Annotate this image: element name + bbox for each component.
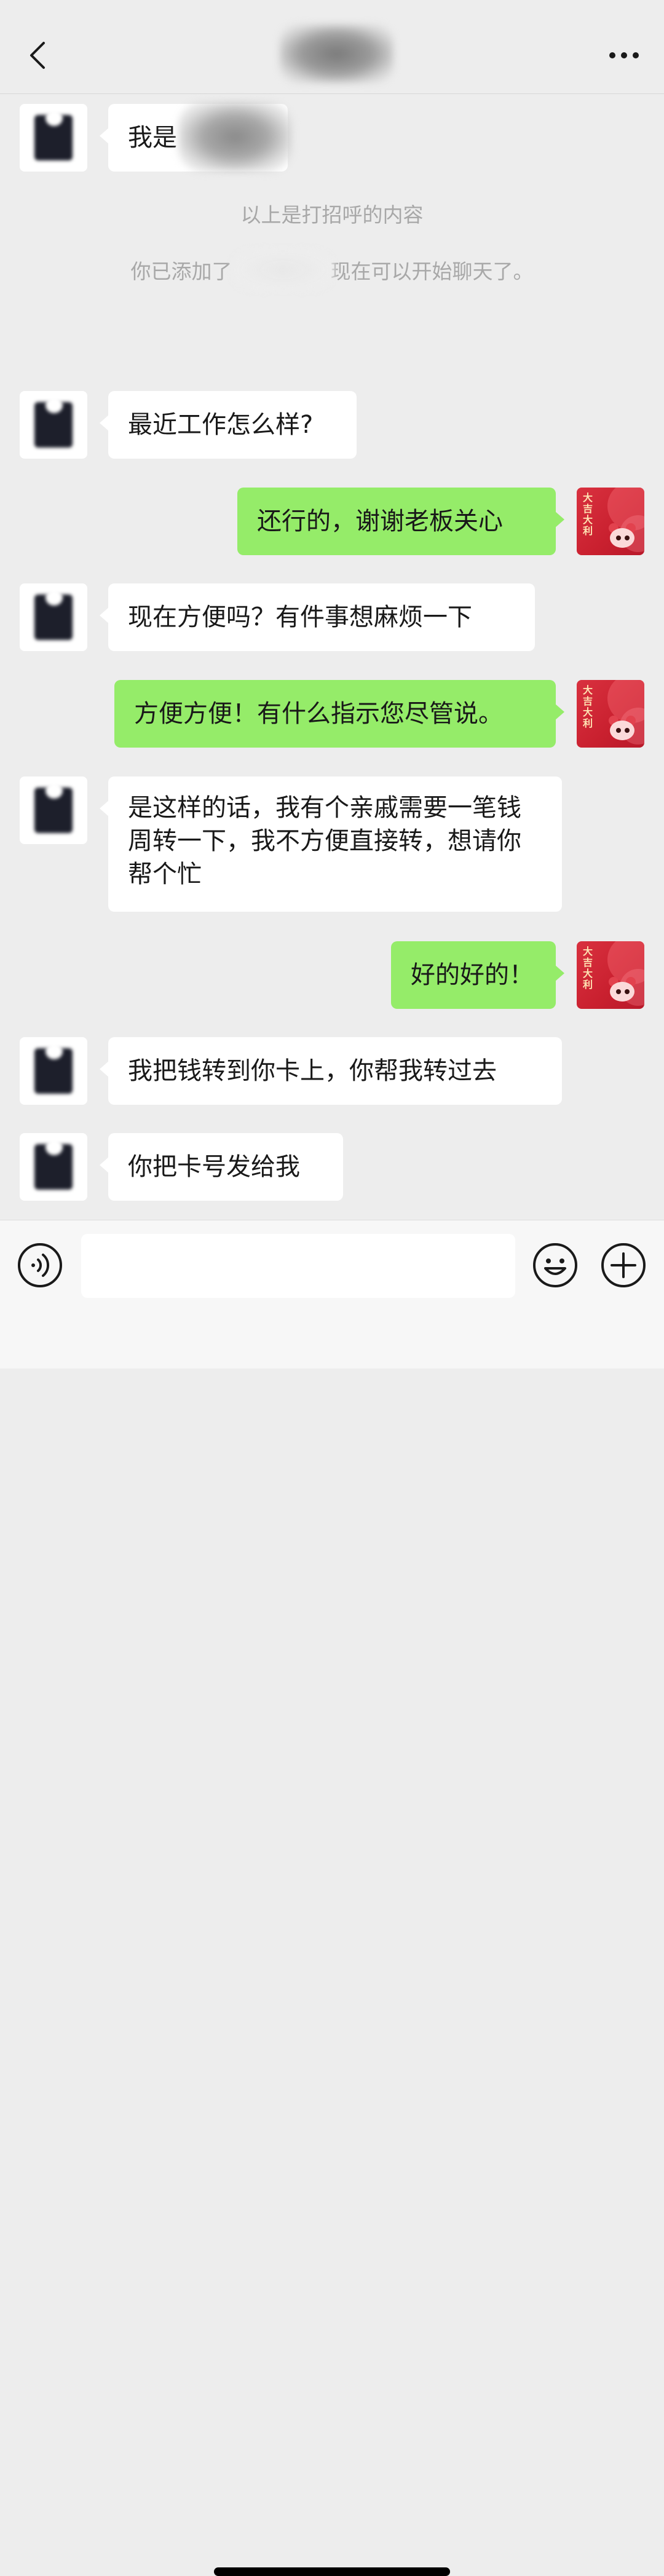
self-avatar[interactable]: 大吉大利 [577, 680, 644, 748]
chat-title [280, 25, 393, 83]
voice-icon [18, 1243, 62, 1287]
message-bubble[interactable]: 最近工作怎么样? [100, 391, 357, 459]
message-text: 方便方便！有什么指示您尽管说。 [134, 700, 503, 728]
contact-avatar[interactable] [20, 391, 87, 459]
message-text: 还行的，谢谢老板关心 [257, 507, 503, 535]
avatar-text: 大吉大利 [583, 684, 593, 729]
chat-message-list[interactable]: 我是 以上是打招呼的内容 你已添加了 现在可以开始聊天了。 最近工作怎么样? 还行… [0, 94, 664, 1219]
emoji-button[interactable] [531, 1241, 579, 1289]
avatar-text: 大吉大利 [583, 946, 593, 990]
more-functions-button[interactable] [599, 1241, 647, 1289]
message-row: 你把卡号发给我 [0, 1133, 664, 1207]
contact-avatar[interactable] [20, 776, 87, 844]
input-bar [0, 1220, 664, 2576]
message-row: 是这样的话，我有个亲戚需要一笔钱周转一下，我不方便直接转，想请你帮个忙 [0, 776, 664, 915]
system-message: 以上是打招呼的内容 [240, 203, 424, 227]
message-row: 我是 [0, 101, 664, 178]
message-row: 最近工作怎么样? [0, 391, 664, 465]
message-row: 现在方便吗？有件事想麻烦一下 [0, 583, 664, 657]
message-bubble[interactable]: 还行的，谢谢老板关心 [237, 488, 564, 555]
message-bubble[interactable]: 方便方便！有什么指示您尽管说。 [114, 680, 564, 748]
emoji-icon [533, 1243, 577, 1287]
voice-button[interactable] [16, 1241, 64, 1289]
contact-avatar[interactable] [20, 1037, 87, 1105]
message-row: 我把钱转到你卡上，你帮我转过去 [0, 1037, 664, 1111]
message-text: 是这样的话，我有个亲戚需要一笔钱周转一下，我不方便直接转，想请你帮个忙 [128, 794, 521, 888]
message-input[interactable] [81, 1234, 515, 1298]
plus-icon [601, 1243, 646, 1287]
self-avatar[interactable]: 大吉大利 [577, 488, 644, 555]
system-message-suffix: 现在可以开始聊天了。 [330, 259, 534, 283]
contact-avatar[interactable] [20, 583, 87, 651]
message-text: 现在方便吗？有件事想麻烦一下 [128, 603, 472, 631]
message-row: 还行的，谢谢老板关心 大吉大利 [0, 488, 664, 561]
more-button[interactable] [603, 37, 646, 74]
self-avatar[interactable]: 大吉大利 [577, 941, 644, 1009]
message-text: 我是 [128, 124, 177, 152]
message-text: 最近工作怎么样? [128, 411, 314, 439]
system-message-prefix: 你已添加了 [130, 259, 232, 283]
message-text: 我把钱转到你卡上，你帮我转过去 [128, 1057, 497, 1085]
chat-header [0, 0, 664, 94]
home-indicator[interactable] [214, 2567, 450, 2576]
message-bubble[interactable]: 我把钱转到你卡上，你帮我转过去 [100, 1037, 562, 1105]
message-bubble[interactable]: 现在方便吗？有件事想麻烦一下 [100, 583, 535, 651]
message-row: 好的好的！ 大吉大利 [0, 941, 664, 1015]
contact-avatar[interactable] [20, 104, 87, 172]
redaction-blur [178, 101, 292, 172]
ellipsis-icon [609, 52, 639, 58]
message-bubble[interactable]: 好的好的！ [391, 941, 564, 1009]
message-text: 好的好的！ [411, 961, 534, 989]
contact-avatar[interactable] [20, 1133, 87, 1201]
message-row: 方便方便！有什么指示您尽管说。 大吉大利 [0, 680, 664, 754]
message-bubble[interactable]: 你把卡号发给我 [100, 1133, 343, 1201]
redaction-blur [231, 248, 335, 292]
avatar-text: 大吉大利 [583, 492, 593, 537]
message-bubble[interactable]: 是这样的话，我有个亲戚需要一笔钱周转一下，我不方便直接转，想请你帮个忙 [100, 776, 562, 912]
message-text: 你把卡号发给我 [128, 1153, 300, 1181]
chevron-left-icon [30, 42, 45, 69]
back-button[interactable] [18, 34, 55, 77]
system-message-row: 你已添加了 现在可以开始聊天了。 [0, 248, 664, 292]
